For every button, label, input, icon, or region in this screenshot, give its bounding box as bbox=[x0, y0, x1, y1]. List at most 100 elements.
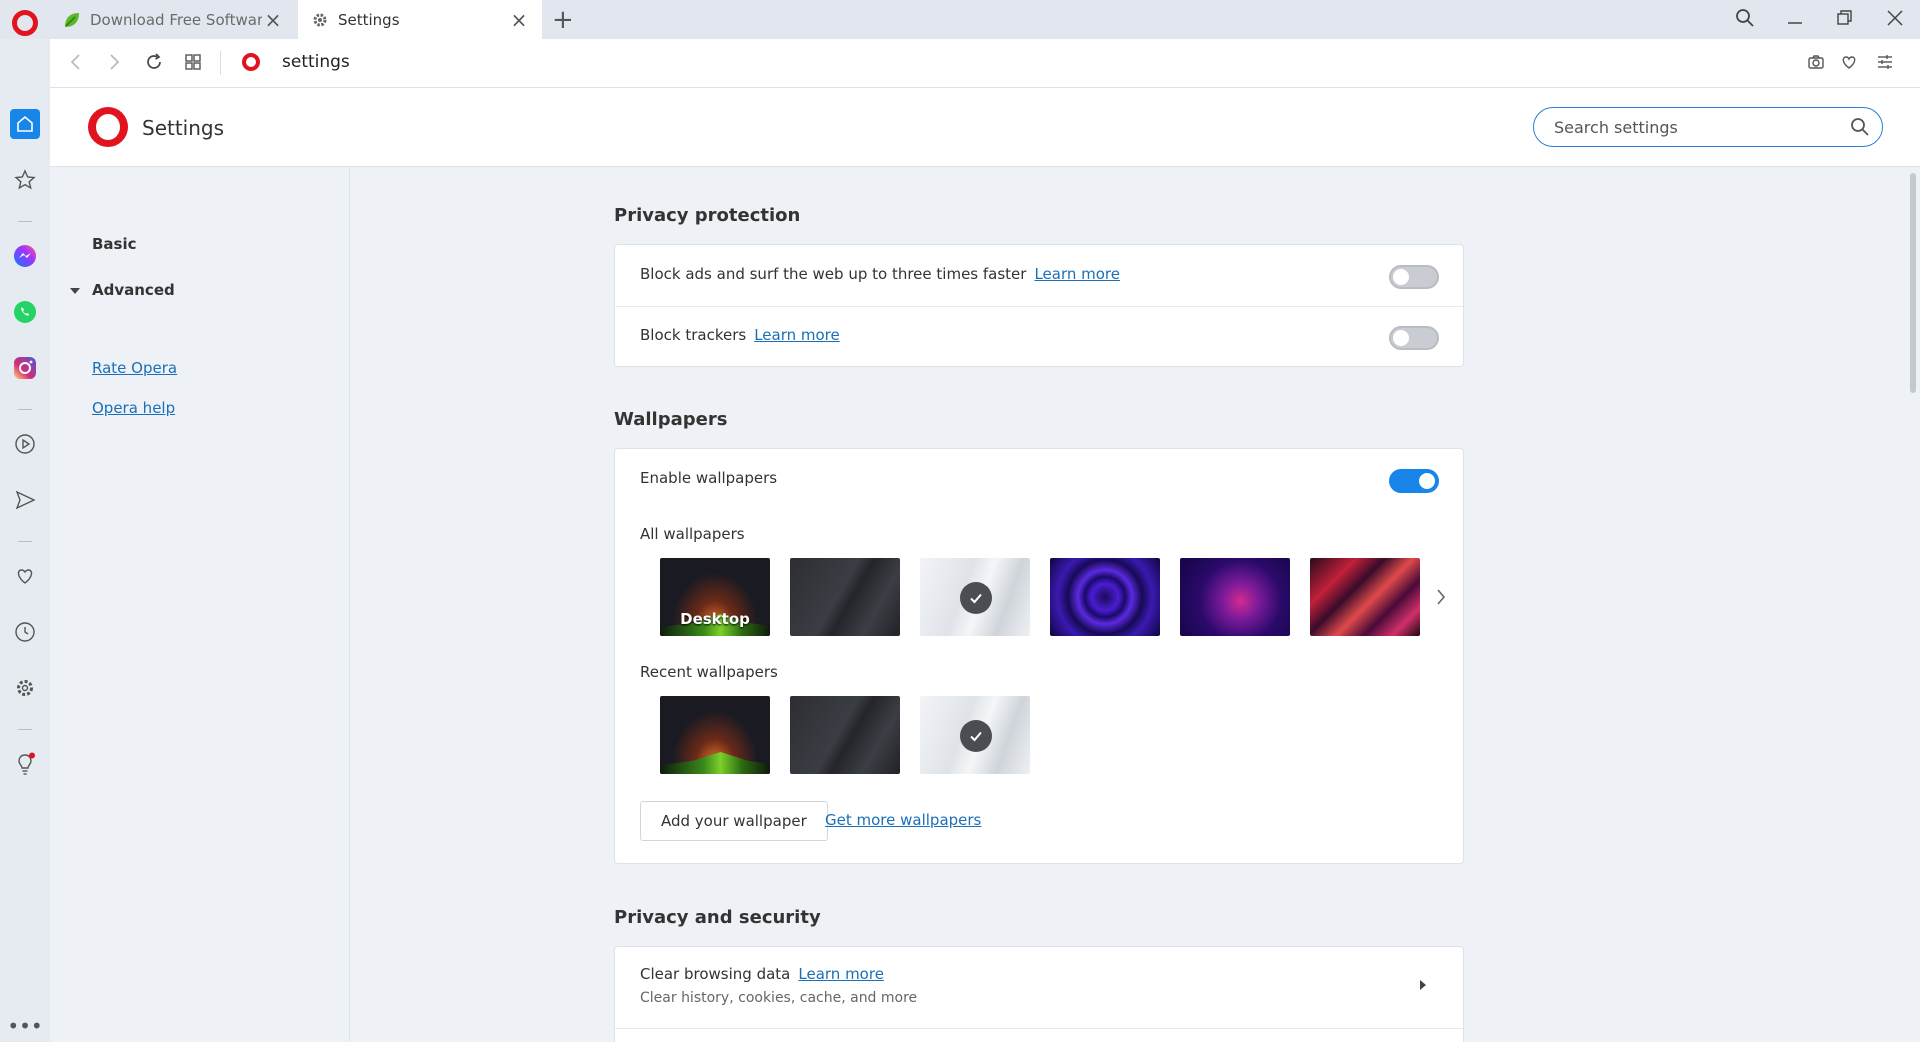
rate-opera-link[interactable]: Rate Opera bbox=[92, 359, 177, 377]
snapshot-icon[interactable] bbox=[1807, 52, 1825, 76]
address-bar: settings bbox=[50, 39, 1920, 88]
page-title: Settings bbox=[142, 116, 225, 140]
gear-favicon-icon bbox=[310, 10, 330, 30]
row-divider bbox=[615, 1028, 1463, 1029]
opera-sidebar: ••• bbox=[0, 39, 50, 1042]
block-ads-label: Block ads and surf the web up to three t… bbox=[640, 265, 1027, 283]
sidebar-divider bbox=[18, 729, 32, 730]
clear-browsing-data-sublabel: Clear history, cookies, cache, and more bbox=[640, 990, 918, 1006]
address-divider bbox=[220, 51, 221, 75]
block-trackers-label: Block trackers bbox=[640, 326, 747, 344]
section-title-privacy-protection: Privacy protection bbox=[614, 205, 801, 226]
search-icon[interactable] bbox=[1850, 117, 1870, 141]
privacy-security-card: Clear browsing data Learn more Clear hist… bbox=[614, 946, 1464, 1042]
settings-header: Settings bbox=[50, 88, 1920, 167]
get-more-wallpapers-link[interactable]: Get more wallpapers bbox=[825, 811, 981, 829]
block-trackers-toggle[interactable] bbox=[1389, 326, 1439, 350]
enable-wallpapers-row: Enable wallpapers bbox=[615, 469, 1463, 493]
block-ads-toggle[interactable] bbox=[1389, 265, 1439, 289]
arrow-right-icon bbox=[1419, 977, 1427, 995]
tab-title: Download Free Software fo bbox=[90, 10, 262, 29]
opera-logo bbox=[88, 107, 128, 147]
sidebar-divider bbox=[18, 221, 32, 222]
opera-menu-icon[interactable] bbox=[12, 10, 38, 36]
new-tab-icon[interactable]: + bbox=[552, 5, 574, 35]
flow-send-icon[interactable] bbox=[10, 485, 40, 515]
selected-check-icon bbox=[960, 720, 992, 752]
recent-wallpaper-thumb-light[interactable] bbox=[920, 696, 1030, 774]
messenger-icon[interactable] bbox=[10, 241, 40, 271]
leaf-favicon-icon bbox=[62, 10, 82, 30]
section-title-privacy-security: Privacy and security bbox=[614, 907, 821, 928]
row-divider bbox=[615, 306, 1463, 307]
settings-nav: Basic Advanced Rate Opera Opera help bbox=[50, 167, 350, 1042]
settings-gear-icon[interactable] bbox=[10, 673, 40, 703]
nav-advanced-label: Advanced bbox=[92, 281, 175, 299]
caret-down-icon bbox=[70, 287, 80, 294]
url-text[interactable]: settings bbox=[282, 52, 350, 72]
block-trackers-row: Block trackers Learn more bbox=[615, 326, 1463, 350]
forward-icon[interactable] bbox=[106, 52, 122, 77]
star-icon[interactable] bbox=[10, 165, 40, 195]
opera-site-icon bbox=[242, 53, 260, 71]
wallpaper-thumb-purple[interactable] bbox=[1050, 558, 1160, 636]
wallpaper-thumb-light[interactable] bbox=[920, 558, 1030, 636]
my-flow-heart-icon[interactable] bbox=[10, 561, 40, 591]
easy-setup-icon[interactable] bbox=[1876, 52, 1894, 76]
tab-download-software[interactable]: Download Free Software fo × bbox=[50, 0, 296, 39]
whatsapp-icon[interactable] bbox=[10, 297, 40, 327]
lightbulb-icon[interactable] bbox=[10, 749, 40, 779]
clear-browsing-data-label: Clear browsing data bbox=[640, 965, 791, 983]
all-wallpapers-label: All wallpapers bbox=[640, 525, 745, 543]
nav-advanced[interactable]: Advanced bbox=[70, 281, 175, 299]
block-ads-row: Block ads and surf the web up to three t… bbox=[615, 265, 1463, 289]
minimize-icon[interactable] bbox=[1786, 8, 1804, 32]
wallpapers-card: Enable wallpapers All wallpapers Desktop… bbox=[614, 448, 1464, 864]
tab-settings[interactable]: Settings × bbox=[298, 0, 542, 39]
search-settings-box[interactable] bbox=[1533, 107, 1883, 147]
tab-title: Settings bbox=[338, 10, 400, 29]
selected-check-icon bbox=[960, 582, 992, 614]
section-title-wallpapers: Wallpapers bbox=[614, 409, 728, 430]
home-icon[interactable] bbox=[10, 109, 40, 139]
bookmark-heart-icon[interactable] bbox=[1840, 52, 1858, 76]
tab-search-icon[interactable] bbox=[1735, 8, 1755, 33]
wallpaper-thumb-swirl[interactable] bbox=[1310, 558, 1420, 636]
block-ads-learn-more-link[interactable]: Learn more bbox=[1034, 265, 1120, 283]
chevron-right-icon[interactable] bbox=[1435, 587, 1447, 611]
instagram-icon[interactable] bbox=[10, 353, 40, 383]
add-wallpaper-button[interactable]: Add your wallpaper bbox=[640, 801, 828, 841]
nav-basic[interactable]: Basic bbox=[92, 235, 137, 253]
clear-browsing-learn-more-link[interactable]: Learn more bbox=[798, 965, 884, 983]
more-options-icon[interactable]: ••• bbox=[7, 1011, 42, 1041]
scrollbar-thumb[interactable] bbox=[1910, 173, 1916, 393]
opera-help-link[interactable]: Opera help bbox=[92, 399, 175, 417]
settings-main: Privacy protection Block ads and surf th… bbox=[351, 167, 1906, 1042]
wallpaper-thumb-dark[interactable] bbox=[790, 558, 900, 636]
close-window-icon[interactable] bbox=[1886, 8, 1904, 32]
recent-wallpaper-thumb-desktop[interactable] bbox=[660, 696, 770, 774]
privacy-protection-card: Block ads and surf the web up to three t… bbox=[614, 244, 1464, 367]
reload-icon[interactable] bbox=[144, 52, 164, 77]
clear-browsing-data-row[interactable]: Clear browsing data Learn more Clear hist… bbox=[615, 965, 1463, 1015]
wallpaper-desktop-label: Desktop bbox=[680, 610, 750, 628]
player-icon[interactable] bbox=[10, 429, 40, 459]
speed-dial-icon[interactable] bbox=[184, 52, 202, 76]
tab-close-icon[interactable]: × bbox=[262, 8, 284, 32]
back-icon[interactable] bbox=[68, 52, 84, 77]
block-trackers-learn-more-link[interactable]: Learn more bbox=[754, 326, 840, 344]
restore-icon[interactable] bbox=[1836, 8, 1854, 32]
enable-wallpapers-toggle[interactable] bbox=[1389, 469, 1439, 493]
tab-strip: Download Free Software fo × Settings × + bbox=[0, 0, 1920, 39]
sidebar-divider bbox=[18, 409, 32, 410]
history-clock-icon[interactable] bbox=[10, 617, 40, 647]
sidebar-divider bbox=[18, 541, 32, 542]
wallpaper-thumb-jellyfish[interactable] bbox=[1180, 558, 1290, 636]
tab-close-icon[interactable]: × bbox=[508, 8, 530, 32]
enable-wallpapers-label: Enable wallpapers bbox=[640, 469, 778, 487]
recent-wallpapers-label: Recent wallpapers bbox=[640, 663, 778, 681]
recent-wallpaper-thumb-dark[interactable] bbox=[790, 696, 900, 774]
search-input[interactable] bbox=[1554, 116, 1834, 138]
wallpaper-thumb-desktop[interactable]: Desktop bbox=[660, 558, 770, 636]
page-scrollbar[interactable] bbox=[1906, 167, 1920, 1042]
